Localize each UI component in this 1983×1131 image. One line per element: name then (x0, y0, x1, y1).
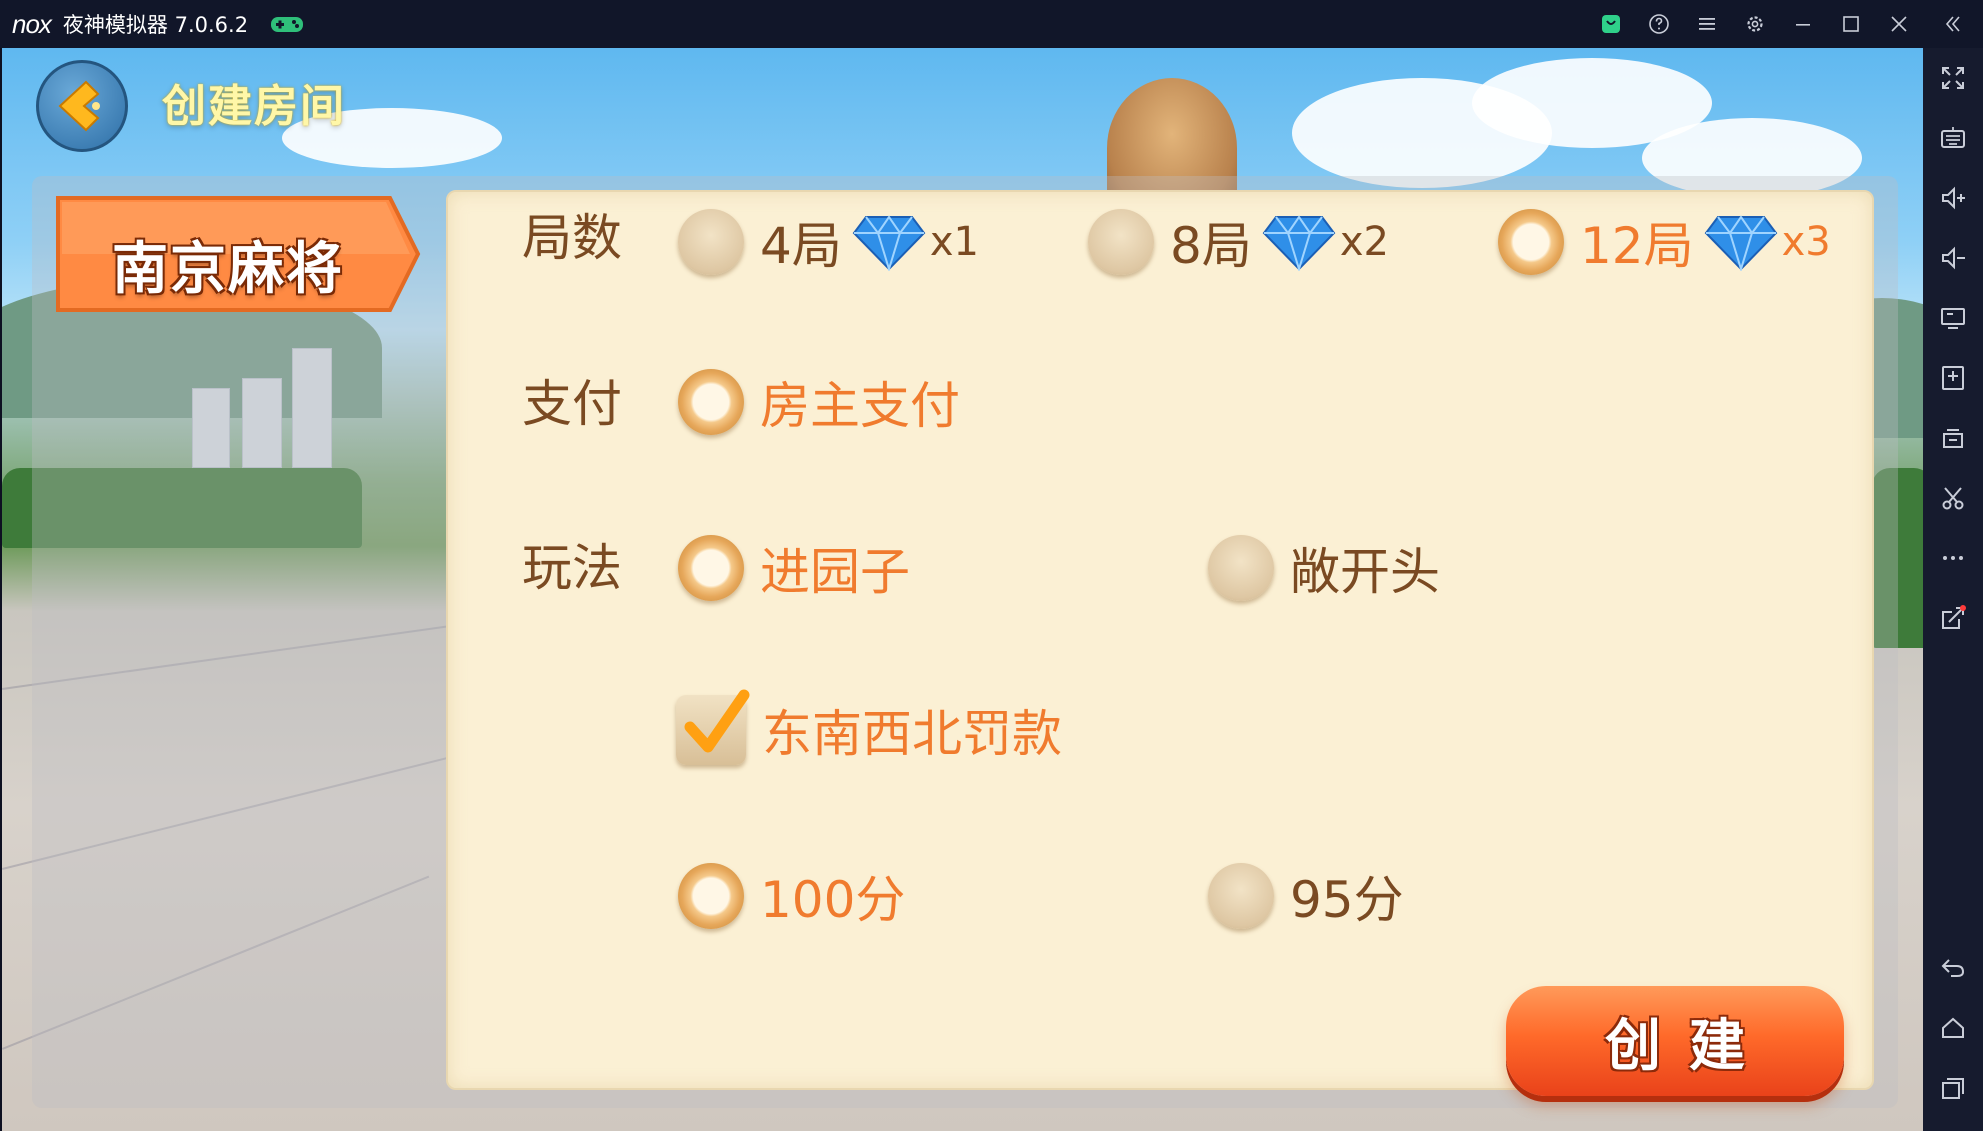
store-icon[interactable] (1587, 0, 1635, 48)
create-button-label: 创建 (1605, 1013, 1773, 1079)
brand: nox 夜神模拟器 7.0.6.2 (12, 0, 304, 48)
option-label: 敞开头 (1290, 543, 1440, 601)
diamond-multiplier: x3 (1781, 219, 1831, 265)
settings-icon[interactable] (1731, 0, 1779, 48)
volume-down-icon[interactable] (1923, 234, 1983, 282)
option-label: 12局 (1580, 217, 1694, 275)
emulator-title-bar: nox 夜神模拟器 7.0.6.2 (0, 0, 1983, 48)
help-icon[interactable] (1635, 0, 1683, 48)
rounds-option-12[interactable]: 12局 x3 (1498, 206, 1831, 278)
emulator-sidebar (1923, 48, 1983, 1131)
back-icon[interactable] (1923, 944, 1983, 992)
scissors-icon[interactable] (1923, 474, 1983, 522)
option-label: 4局 (760, 217, 842, 275)
recent-apps-icon[interactable] (1923, 1064, 1983, 1112)
share-icon[interactable] (1923, 594, 1983, 642)
option-label: 100分 (760, 871, 906, 929)
option-label: 95分 (1290, 871, 1404, 929)
diamond-icon (852, 215, 926, 271)
radio-button-selected[interactable] (1498, 209, 1564, 275)
diamond-icon (1262, 215, 1336, 271)
menu-icon[interactable] (1683, 0, 1731, 48)
page-title: 创建房间 (162, 81, 346, 132)
options-card (446, 190, 1874, 1090)
diamond-multiplier: x1 (929, 219, 979, 265)
rounds-option-8[interactable]: 8局 x2 (1088, 206, 1389, 278)
payment-label: 支付 (522, 375, 622, 433)
option-label: 进园子 (760, 543, 910, 601)
title-bar-controls (1587, 0, 1983, 48)
maximize-icon[interactable] (1827, 0, 1875, 48)
minimize-icon[interactable] (1779, 0, 1827, 48)
payment-option-owner[interactable]: 房主支付 (678, 366, 960, 438)
radio-button[interactable] (678, 209, 744, 275)
rounds-option-4[interactable]: 4局 x1 (678, 206, 979, 278)
option-label: 8局 (1170, 217, 1252, 275)
nox-logo: nox (12, 8, 52, 39)
checkmark-icon (684, 689, 750, 753)
close-icon[interactable] (1875, 0, 1923, 48)
create-room-button[interactable]: 创建 (1506, 986, 1844, 1096)
window-title: 夜神模拟器 7.0.6.2 (62, 13, 249, 37)
radio-button-selected[interactable] (678, 369, 744, 435)
penalty-checkbox-option[interactable]: 东南西北罚款 (676, 689, 1062, 766)
back-button[interactable] (36, 60, 128, 152)
checkbox-label: 东南西北罚款 (762, 705, 1062, 763)
gameplay-label: 玩法 (522, 539, 622, 597)
checkbox[interactable] (676, 689, 750, 765)
score-option-100[interactable]: 100分 (678, 860, 905, 932)
radio-button-selected[interactable] (678, 863, 744, 929)
radio-button[interactable] (1208, 535, 1274, 601)
collapse-sidebar-icon[interactable] (1923, 0, 1983, 48)
score-option-95[interactable]: 95分 (1208, 860, 1404, 932)
gameplay-option-jinyuanzi[interactable]: 进园子 (678, 532, 910, 604)
back-arrow-icon (58, 80, 100, 132)
rounds-label: 局数 (522, 209, 622, 267)
volume-up-icon[interactable] (1923, 174, 1983, 222)
home-icon[interactable] (1923, 1004, 1983, 1052)
radio-button[interactable] (1088, 209, 1154, 275)
tab-label: 南京麻将 (112, 237, 344, 302)
diamond-multiplier: x2 (1339, 219, 1389, 265)
apk-install-icon[interactable] (1923, 354, 1983, 402)
gamepad-icon[interactable] (270, 14, 304, 34)
radio-button[interactable] (1208, 863, 1274, 929)
screen-icon[interactable] (1923, 294, 1983, 342)
radio-button-selected[interactable] (678, 535, 744, 601)
keyboard-icon[interactable] (1923, 114, 1983, 162)
gameplay-option-changkaitou[interactable]: 敞开头 (1208, 532, 1440, 604)
multi-instance-icon[interactable] (1923, 414, 1983, 462)
diamond-icon (1704, 215, 1777, 271)
fullscreen-icon[interactable] (1923, 54, 1983, 102)
more-icon[interactable] (1923, 534, 1983, 582)
option-label: 房主支付 (760, 377, 960, 435)
game-viewport: 创建房间 南京麻将 局数 4局 x1 8局 x2 12局 x3 支付 房主支付 … (2, 48, 1923, 1131)
tab-nanjing-mahjong[interactable]: 南京麻将 (52, 194, 422, 314)
